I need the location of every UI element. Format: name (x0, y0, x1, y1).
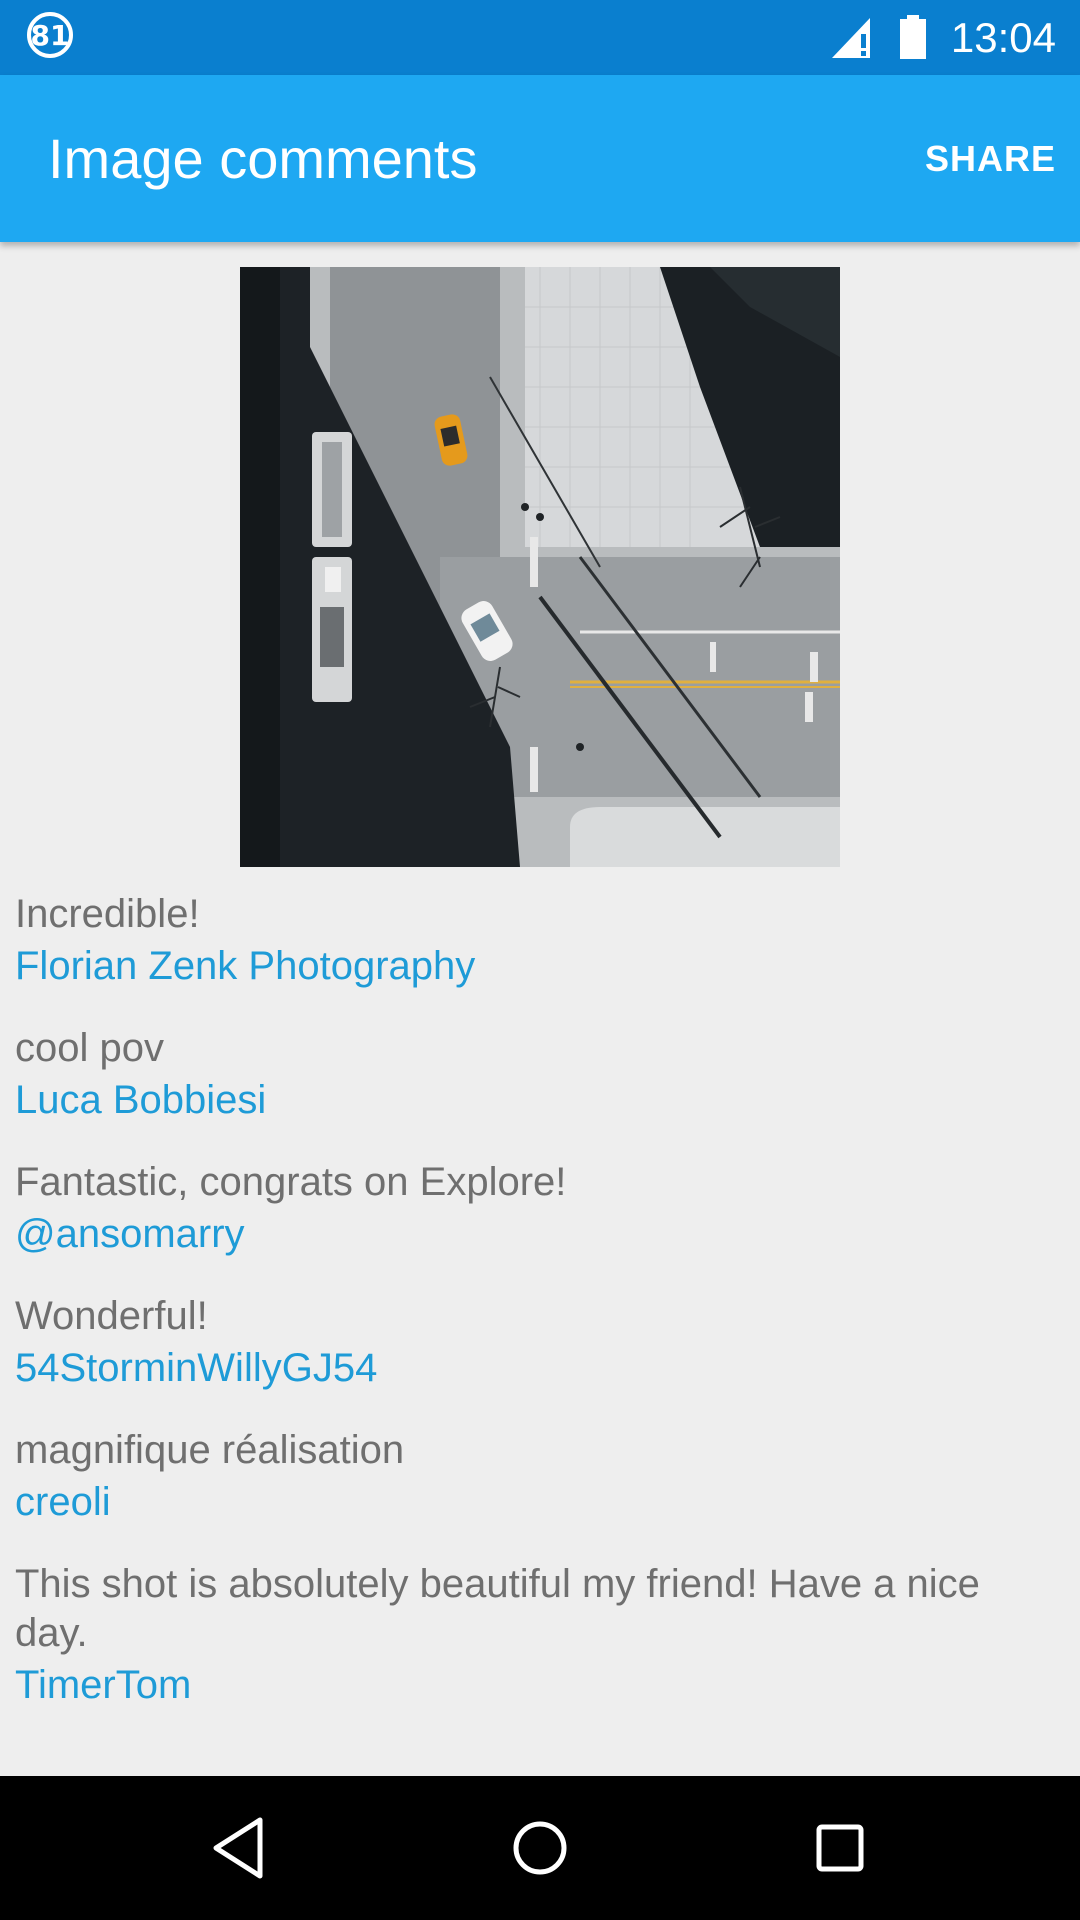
comment-author-link[interactable]: 54StorminWillyGJ54 (15, 1341, 1055, 1396)
comment-author-link[interactable]: Luca Bobbiesi (15, 1073, 1055, 1128)
navigation-bar (0, 1776, 1080, 1920)
comment-text: This shot is absolutely beautiful my fri… (15, 1562, 980, 1655)
comment-author-link[interactable]: TimerTom (15, 1658, 1055, 1713)
screen: 81 13:04 Image comments SHARE Incredible… (0, 0, 1080, 1920)
comment-item: Wonderful! 54StorminWillyGJ54 (15, 1292, 1055, 1396)
comment-author-link[interactable]: @ansomarry (15, 1207, 1055, 1262)
comment-text: Wonderful! (15, 1294, 208, 1338)
comment-text: cool pov (15, 1026, 164, 1070)
comment-author-link[interactable]: Florian Zenk Photography (15, 939, 1055, 994)
comment-item: magnifique réalisation creoli (15, 1426, 1055, 1530)
comment-item: Fantastic, congrats on Explore! @ansomar… (15, 1158, 1055, 1262)
share-button[interactable]: SHARE (925, 131, 1056, 187)
comment-author-link[interactable]: creoli (15, 1475, 1055, 1530)
home-icon[interactable] (504, 1812, 576, 1884)
battery-icon (900, 15, 926, 59)
page-title: Image comments (48, 127, 478, 190)
comment-text: magnifique réalisation (15, 1428, 405, 1472)
notification-count: 81 (30, 18, 70, 52)
back-icon[interactable] (204, 1812, 276, 1884)
signal-icon (832, 18, 870, 58)
status-bar: 81 13:04 (0, 0, 1080, 75)
comment-item: Incredible! Florian Zenk Photography (15, 890, 1055, 994)
comment-list: Incredible! Florian Zenk Photography coo… (15, 890, 1055, 1743)
app-bar: Image comments SHARE (0, 75, 1080, 242)
comment-item: cool pov Luca Bobbiesi (15, 1024, 1055, 1128)
comments-content[interactable]: Incredible! Florian Zenk Photography coo… (0, 242, 1080, 1776)
recent-apps-icon[interactable] (804, 1812, 876, 1884)
comment-item: This shot is absolutely beautiful my fri… (15, 1560, 1055, 1713)
photo[interactable] (240, 267, 840, 867)
clock: 13:04 (950, 14, 1056, 61)
comment-text: Incredible! (15, 892, 200, 936)
notification-count-icon: 81 (27, 12, 73, 58)
comment-text: Fantastic, congrats on Explore! (15, 1160, 567, 1204)
